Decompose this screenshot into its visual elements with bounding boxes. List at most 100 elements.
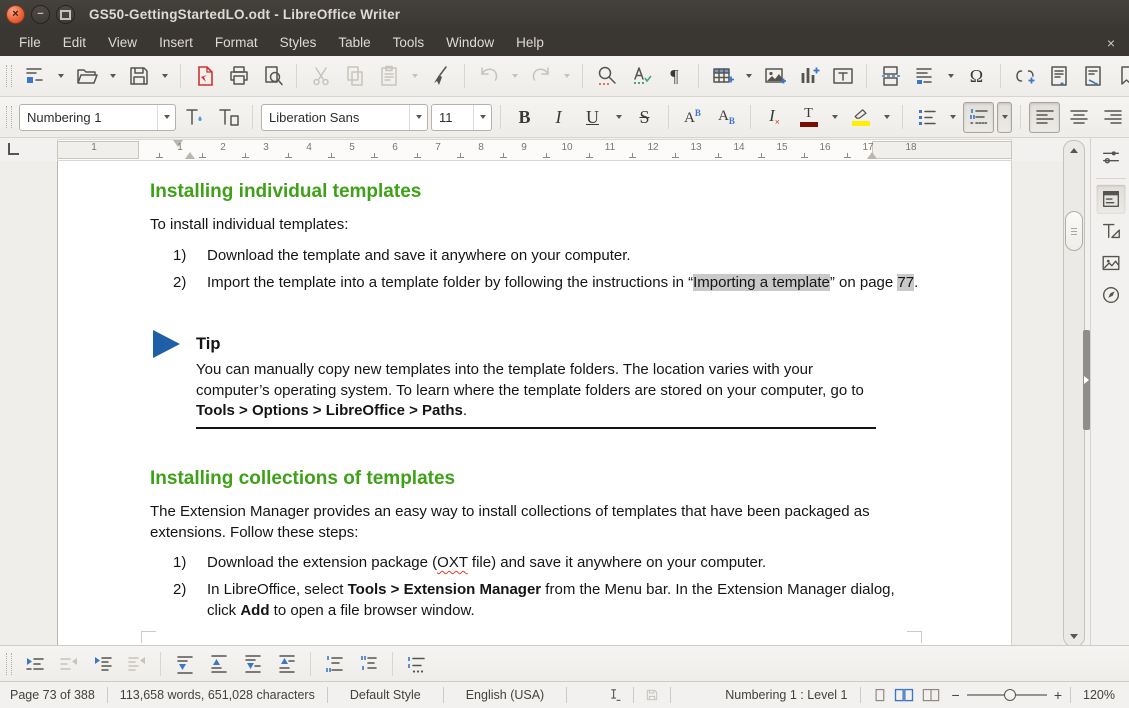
vertical-scrollbar[interactable] <box>1063 140 1085 647</box>
open-button[interactable] <box>71 61 102 92</box>
undo-dropdown[interactable] <box>507 61 522 92</box>
new-document-button[interactable] <box>19 61 50 92</box>
menu-styles[interactable]: Styles <box>269 29 328 56</box>
redo-dropdown[interactable] <box>559 61 574 92</box>
paragraph-style-dropdown[interactable] <box>157 105 175 130</box>
bold-button[interactable]: B <box>509 102 540 133</box>
single-page-view-button[interactable] <box>871 687 888 704</box>
promote-with-subpoints-button[interactable] <box>121 649 152 680</box>
sidebar-settings-button[interactable] <box>1096 142 1126 172</box>
demote-outline-level-button[interactable] <box>19 649 50 680</box>
clone-formatting-button[interactable] <box>425 61 456 92</box>
bullet-list-button[interactable] <box>911 102 942 133</box>
special-character-button[interactable]: Ω <box>961 61 992 92</box>
menu-table[interactable]: Table <box>327 29 381 56</box>
redo-button[interactable] <box>525 61 556 92</box>
insert-textbox-button[interactable] <box>827 61 858 92</box>
undo-button[interactable] <box>473 61 504 92</box>
italic-button[interactable]: I <box>543 102 574 133</box>
language-status[interactable]: English (USA) <box>444 688 567 702</box>
insert-field-button[interactable] <box>909 61 940 92</box>
paragraph-style-combo[interactable]: Numbering 1 <box>19 104 176 131</box>
superscript-button[interactable]: AB <box>677 102 708 133</box>
sidebar-gallery-button[interactable] <box>1096 248 1126 278</box>
tab-stop-type-selector[interactable] <box>8 143 19 155</box>
zoom-level-status[interactable]: 120% <box>1071 688 1129 702</box>
paste-dropdown[interactable] <box>407 61 422 92</box>
document-modified-status[interactable] <box>634 687 670 703</box>
insert-table-button[interactable] <box>707 61 738 92</box>
font-name-dropdown[interactable] <box>409 105 427 130</box>
window-maximize-button[interactable] <box>56 5 75 24</box>
insert-chart-button[interactable] <box>793 61 824 92</box>
multi-page-view-button[interactable] <box>893 687 915 704</box>
print-preview-button[interactable] <box>257 61 288 92</box>
page-style-status[interactable]: Default Style <box>328 688 443 702</box>
zoom-slider-track[interactable] <box>967 694 1047 696</box>
save-dropdown[interactable] <box>157 61 172 92</box>
selection-mode-status[interactable] <box>595 686 633 704</box>
copy-button[interactable] <box>339 61 370 92</box>
highlight-color-button[interactable] <box>845 102 876 133</box>
update-style-button[interactable] <box>179 102 210 133</box>
menu-help[interactable]: Help <box>505 29 555 56</box>
new-document-dropdown[interactable] <box>53 61 68 92</box>
menu-format[interactable]: Format <box>204 29 269 56</box>
move-item-up-button[interactable] <box>203 649 234 680</box>
font-name-combo[interactable]: Liberation Sans <box>261 104 428 131</box>
open-dropdown[interactable] <box>105 61 120 92</box>
zoom-out-button[interactable]: − <box>952 687 960 703</box>
zoom-slider-handle[interactable] <box>1004 689 1016 701</box>
menu-view[interactable]: View <box>97 29 148 56</box>
document-page[interactable]: Installing individual templates To insta… <box>57 161 1012 645</box>
sidebar-properties-button[interactable] <box>1096 184 1126 214</box>
menu-window[interactable]: Window <box>435 29 505 56</box>
sidebar-navigator-button[interactable] <box>1096 280 1126 310</box>
strikethrough-button[interactable]: S <box>629 102 660 133</box>
ordered-list-dropdown[interactable] <box>997 102 1012 133</box>
move-up-with-subpoints-button[interactable] <box>271 649 302 680</box>
align-right-button[interactable] <box>1097 102 1128 133</box>
scrollbar-thumb[interactable] <box>1065 211 1083 251</box>
ordered-list-button[interactable] <box>963 102 994 133</box>
insert-endnote-button[interactable] <box>1077 61 1108 92</box>
paste-button[interactable] <box>373 61 404 92</box>
move-down-with-subpoints-button[interactable] <box>237 649 268 680</box>
scroll-down-button[interactable] <box>1064 629 1084 644</box>
insert-hyperlink-button[interactable] <box>1009 61 1040 92</box>
right-indent-marker[interactable] <box>867 152 877 159</box>
page-number-status[interactable]: Page 73 of 388 <box>0 688 107 702</box>
scroll-up-button[interactable] <box>1064 143 1084 158</box>
insert-unnumbered-entry-button[interactable] <box>319 649 350 680</box>
clear-formatting-button[interactable]: I× <box>759 102 790 133</box>
move-item-down-button[interactable] <box>169 649 200 680</box>
promote-outline-level-button[interactable] <box>53 649 84 680</box>
print-button[interactable] <box>223 61 254 92</box>
toolbar-grip[interactable] <box>6 653 12 675</box>
bullets-numbering-options-button[interactable] <box>401 649 432 680</box>
menu-tools[interactable]: Tools <box>382 29 436 56</box>
word-count-status[interactable]: 113,658 words, 651,028 characters <box>108 688 327 702</box>
formatting-marks-button[interactable]: ¶ <box>659 61 690 92</box>
align-left-button[interactable] <box>1029 102 1060 133</box>
menu-file[interactable]: File <box>8 29 52 56</box>
sidebar-hide-handle[interactable] <box>1083 330 1090 430</box>
zoom-in-button[interactable]: + <box>1054 687 1062 703</box>
find-replace-button[interactable] <box>591 61 622 92</box>
toolbar-grip[interactable] <box>6 65 12 87</box>
menu-insert[interactable]: Insert <box>148 29 204 56</box>
insert-image-button[interactable] <box>759 61 790 92</box>
zoom-slider[interactable]: − + <box>952 687 1063 703</box>
restart-numbering-button[interactable] <box>353 649 384 680</box>
save-button[interactable] <box>123 61 154 92</box>
font-color-dropdown[interactable] <box>827 102 842 133</box>
toolbar-grip[interactable] <box>6 106 12 128</box>
insert-page-break-button[interactable] <box>875 61 906 92</box>
font-color-button[interactable]: T <box>793 102 824 133</box>
horizontal-ruler[interactable]: 1234567891011121314151617181 <box>0 138 1063 161</box>
highlight-color-dropdown[interactable] <box>879 102 894 133</box>
close-document-icon[interactable]: × <box>1107 35 1115 51</box>
book-view-button[interactable] <box>920 687 942 704</box>
align-center-button[interactable] <box>1063 102 1094 133</box>
cut-button[interactable] <box>305 61 336 92</box>
